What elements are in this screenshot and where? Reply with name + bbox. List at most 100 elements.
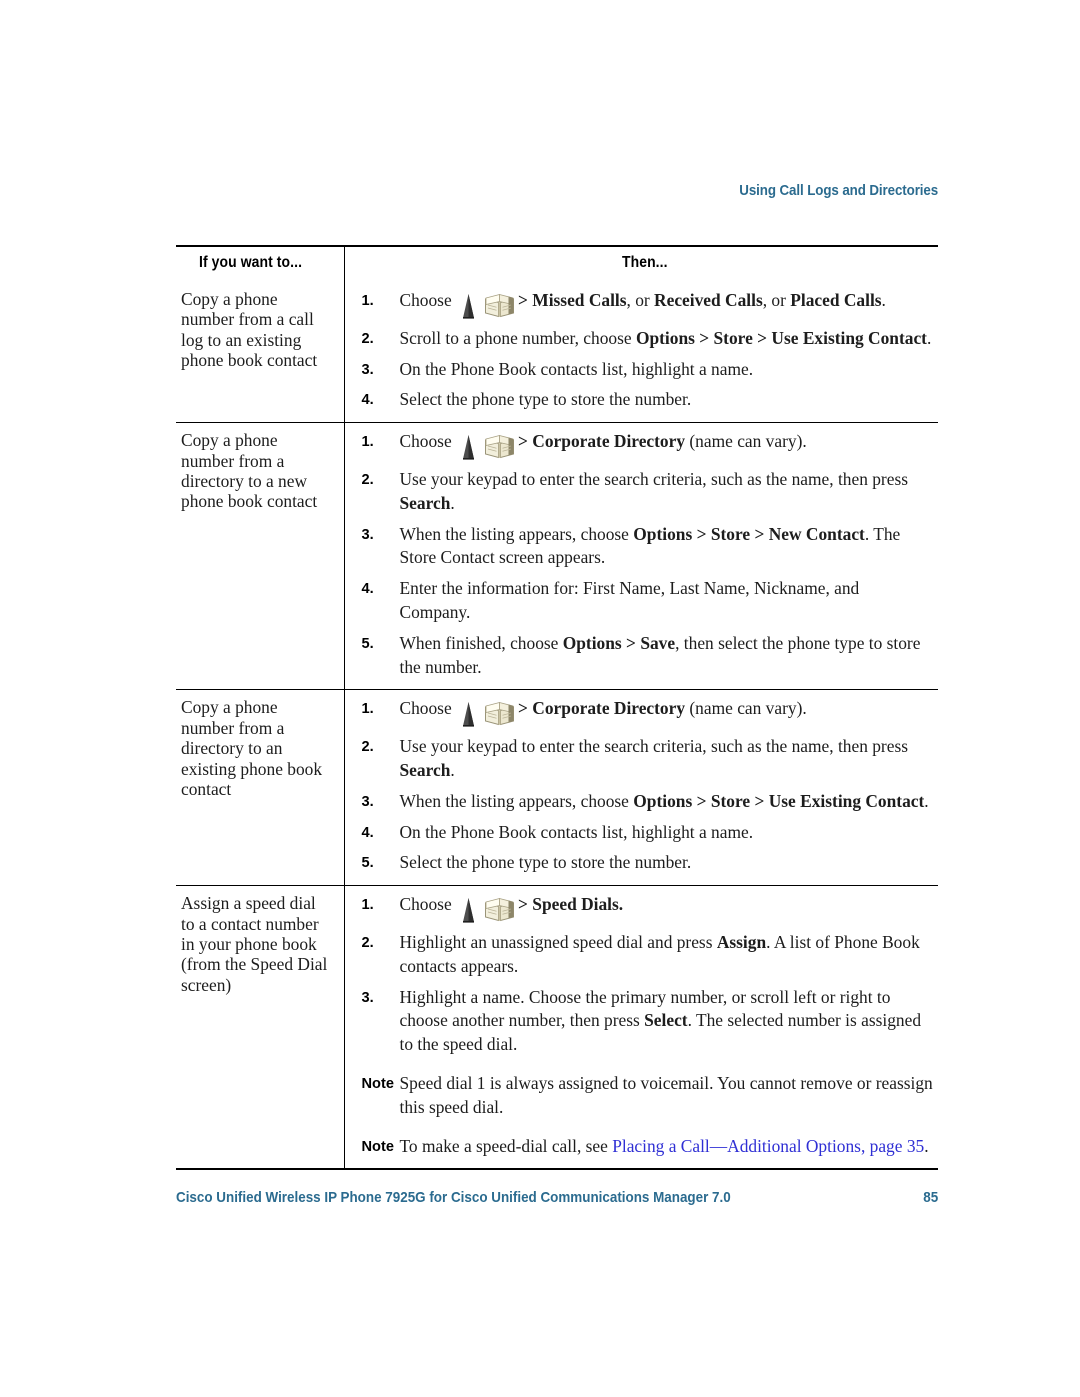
cross-reference-link[interactable]: Placing a Call—Additional Options, page … xyxy=(612,1136,924,1156)
body-text: When the listing appears, choose xyxy=(399,790,634,811)
body-text: . xyxy=(924,790,929,811)
choose-icons xyxy=(462,701,515,728)
step-item: 3. When the listing appears, choose Optio… xyxy=(362,523,935,571)
step-item: 2. Highlight an unassigned speed dial and… xyxy=(362,931,935,979)
body-text: Use your keypad to enter the search crit… xyxy=(399,468,908,489)
emphasis-text: Corporate Directory xyxy=(532,431,686,452)
step-number: 2. xyxy=(361,330,374,347)
task-cell: Copy a phone number from a call log to a… xyxy=(176,282,345,423)
choose-icons xyxy=(462,293,515,320)
body-text: When finished, choose xyxy=(399,632,563,653)
body-text: , or xyxy=(762,290,791,310)
step-item: 3. When the listing appears, choose Optio… xyxy=(362,790,935,814)
step-number: 4. xyxy=(361,824,374,841)
step-item: 3. On the Phone Book contacts list, highl… xyxy=(362,358,935,382)
step-item: 4. On the Phone Book contacts list, highl… xyxy=(362,821,935,845)
step-number: 5. xyxy=(361,855,374,872)
task-description: Assign a speed dial to a contact number … xyxy=(181,893,328,995)
body-text: To make a speed-dial call, see xyxy=(399,1135,613,1156)
emphasis-text: Store xyxy=(713,327,753,348)
column-header-label: If you want to... xyxy=(199,254,303,271)
body-text: , or xyxy=(626,290,655,310)
emphasis-text: > xyxy=(621,632,641,653)
body-text: Enter the information for: First Name, L… xyxy=(399,578,860,622)
steps-cell: 1. Choose > Missed Calls, or Received Cal… xyxy=(344,282,938,423)
step-number: 1. xyxy=(361,897,374,914)
body-text: On the Phone Book contacts list, highlig… xyxy=(399,358,754,379)
body-text: Select the phone type to store the numbe… xyxy=(399,389,692,410)
body-text: Choose xyxy=(399,894,457,915)
chapter-title: Using Call Logs and Directories xyxy=(739,183,938,199)
emphasis-text: . xyxy=(618,894,624,915)
table-head: If you want to... Then... xyxy=(176,246,938,282)
step-number: 1. xyxy=(361,293,374,309)
step-item: 2. Scroll to a phone number, choose Optio… xyxy=(362,327,935,351)
directory-book-icon xyxy=(484,701,515,727)
emphasis-text: Search xyxy=(399,759,451,780)
step-number: 2. xyxy=(361,934,374,951)
step-number: 3. xyxy=(361,989,374,1006)
emphasis-text: > xyxy=(750,790,769,811)
note-block: Note To make a speed-dial call, see Placi… xyxy=(362,1135,935,1159)
step-item: 5. Select the phone type to store the num… xyxy=(362,851,935,875)
table-row: Copy a phone number from a directory to … xyxy=(176,422,938,690)
body-text: Choose xyxy=(399,698,457,719)
step-list: 1. Choose > Speed Dials. 2. Highlight an un… xyxy=(362,893,935,1057)
navigation-cone-icon xyxy=(462,897,475,923)
body-text: . xyxy=(450,759,455,780)
emphasis-text: Options xyxy=(562,632,622,653)
body-text: Select the phone type to store the numbe… xyxy=(399,852,692,873)
emphasis-text: Assign xyxy=(716,931,767,952)
step-item: 4. Enter the information for: First Name,… xyxy=(362,577,935,625)
emphasis-text: Store xyxy=(710,790,751,811)
emphasis-text: Placed Calls xyxy=(790,290,882,310)
choose-icons xyxy=(462,897,515,924)
emphasis-text: > xyxy=(518,894,533,915)
emphasis-text: Received Calls xyxy=(654,290,763,310)
emphasis-text: Options xyxy=(635,327,695,348)
emphasis-text: Missed Calls xyxy=(532,290,627,310)
step-item: 2. Use your keypad to enter the search cr… xyxy=(362,468,935,516)
body-text: . xyxy=(881,290,886,310)
task-description: Copy a phone number from a call log to a… xyxy=(181,289,318,371)
steps-cell: 1. Choose > Speed Dials. 2. Highlight an un… xyxy=(344,885,938,1170)
step-item: 1. Choose > Corporate Directory (name can… xyxy=(362,697,935,728)
body-text: . xyxy=(924,1135,929,1156)
note-label: Note xyxy=(361,1075,394,1092)
emphasis-text: New Contact xyxy=(768,523,865,544)
step-item: 1. Choose > Speed Dials. xyxy=(362,893,935,924)
body-text: Choose xyxy=(399,431,457,452)
directory-book-icon xyxy=(484,293,515,319)
running-header: Using Call Logs and Directories xyxy=(176,182,938,200)
task-description: Copy a phone number from a directory to … xyxy=(181,697,323,799)
step-item: 3. Highlight a name. Choose the primary n… xyxy=(362,986,935,1057)
step-item: 1. Choose > Corporate Directory (name can… xyxy=(362,430,935,461)
directory-book-icon xyxy=(484,897,515,923)
body-text: When the listing appears, choose xyxy=(399,523,634,544)
emphasis-text: > xyxy=(750,523,769,544)
step-number: 3. xyxy=(361,793,374,810)
table-body: Copy a phone number from a call log to a… xyxy=(176,282,938,1170)
step-number: 4. xyxy=(361,581,374,598)
step-list: 1. Choose > Corporate Directory (name can… xyxy=(362,697,935,875)
step-item: 1. Choose > Missed Calls, or Received Cal… xyxy=(362,289,935,320)
table-header-row: If you want to... Then... xyxy=(176,246,938,282)
body-text: Choose xyxy=(399,290,457,310)
steps-cell: 1. Choose > Corporate Directory (name can… xyxy=(344,689,938,886)
step-list: 1. Choose > Missed Calls, or Received Cal… xyxy=(362,289,935,412)
step-list: 1. Choose > Corporate Directory (name can… xyxy=(362,430,935,679)
body-text: Scroll to a phone number, choose xyxy=(399,327,636,348)
task-cell: Assign a speed dial to a contact number … xyxy=(176,885,345,1170)
body-text: . xyxy=(926,327,932,348)
navigation-cone-icon xyxy=(462,434,475,460)
note-block: Note Speed dial 1 is always assigned to v… xyxy=(362,1072,935,1120)
emphasis-text: Save xyxy=(640,632,676,653)
footer-document-title: Cisco Unified Wireless IP Phone 7925G fo… xyxy=(176,1190,731,1206)
emphasis-text: Select xyxy=(644,1010,688,1031)
emphasis-text: Search xyxy=(399,492,451,513)
procedure-table: If you want to... Then... Copy a phone n… xyxy=(176,245,938,1171)
body-text: . xyxy=(450,492,455,513)
table-row: Copy a phone number from a directory to … xyxy=(176,689,938,886)
step-number: 1. xyxy=(361,701,374,718)
emphasis-text: > xyxy=(692,790,711,811)
